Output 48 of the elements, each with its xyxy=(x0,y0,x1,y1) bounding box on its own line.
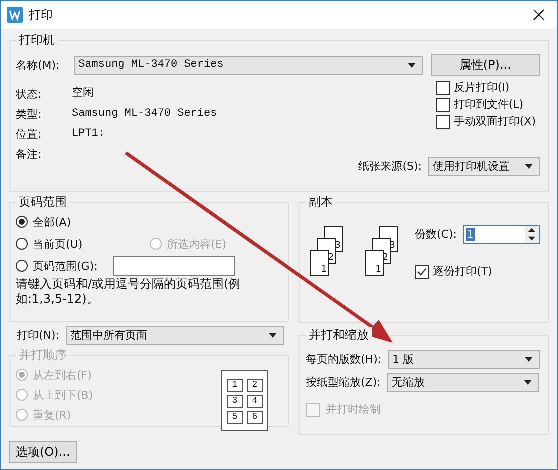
radio-button[interactable] xyxy=(16,260,28,272)
window-title: 打印 xyxy=(29,6,54,24)
properties-button[interactable]: 属性(P)... xyxy=(430,54,540,76)
close-icon[interactable] xyxy=(533,9,545,21)
field-label: 纸张来源(S): xyxy=(358,159,422,174)
options-button[interactable]: 选项(O)... xyxy=(9,441,78,463)
info-label: 类型: xyxy=(16,107,43,123)
checkbox[interactable] xyxy=(436,114,450,128)
info-value: Samsung ML-3470 Series xyxy=(72,107,218,122)
print-dropdown[interactable]: 范围中所有页面 xyxy=(66,326,284,345)
group-title: 打印机 xyxy=(16,32,58,49)
radio-button[interactable] xyxy=(16,216,28,228)
scaling-dropdown[interactable]: 无缩放 xyxy=(386,373,539,392)
info-label: 状态: xyxy=(16,87,43,103)
info-label: 备注: xyxy=(16,147,43,163)
field-label: 打印(N): xyxy=(17,328,60,343)
copies-spinner[interactable]: 1 xyxy=(462,225,540,244)
radio-label: 页码范围(G): xyxy=(33,258,98,274)
radio-label: 全部(A) xyxy=(33,214,72,230)
field-label: 按纸型缩放(Z): xyxy=(306,375,381,390)
checkbox[interactable] xyxy=(436,98,450,112)
page-order-preview: 1 2 3 4 5 6 xyxy=(221,370,268,431)
checkbox-label: 手动双面打印(X) xyxy=(454,114,536,129)
page-range-field[interactable] xyxy=(112,256,235,276)
scaling-dropdown[interactable]: 1 版 xyxy=(388,350,540,369)
checkbox[interactable] xyxy=(415,264,429,278)
page-stack-drawing: 3 2 1 xyxy=(310,226,352,278)
printer-dropdown[interactable]: Samsung ML-3470 Series xyxy=(74,56,423,74)
checkbox-label: 逐份打印(T) xyxy=(433,264,492,279)
app-logo-icon xyxy=(7,7,23,23)
paper-source-dropdown[interactable]: 使用打印机设置 xyxy=(428,157,540,176)
radio-label: 当前页(U) xyxy=(33,236,83,252)
field-label: 名称(M): xyxy=(16,58,61,72)
info-value: 空闲 xyxy=(72,86,95,102)
radio-label: 从上到下(B) xyxy=(33,388,94,402)
checkbox[interactable] xyxy=(436,80,450,94)
checkbox-label: 打印到文件(L) xyxy=(454,97,524,112)
field-label: 份数(C): xyxy=(415,227,457,242)
info-value: LPT1: xyxy=(72,127,106,142)
radio-button[interactable] xyxy=(16,238,28,250)
info-label: 位置: xyxy=(16,127,43,143)
radio-label: 所选内容(E) xyxy=(167,236,227,252)
checkbox-label: 反片打印(I) xyxy=(454,80,510,95)
checkbox-label: 并打时绘制 xyxy=(326,402,381,417)
hint-text: 请键入页码和/或用逗号分隔的页码范围(例如:1,3,5-12)。 xyxy=(16,277,242,307)
radio-label: 重复(R) xyxy=(33,408,72,422)
radio-label: 从左到右(F) xyxy=(33,368,92,382)
field-label: 每页的版数(H): xyxy=(306,352,382,367)
